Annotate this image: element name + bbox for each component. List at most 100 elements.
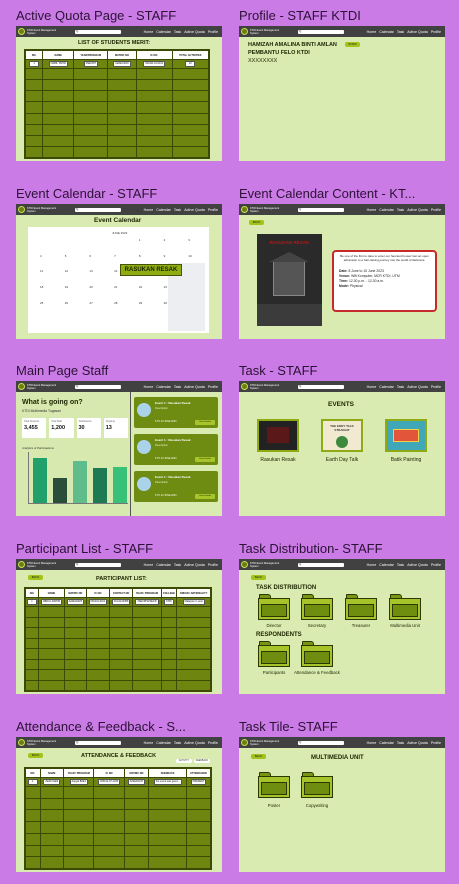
nav-profile[interactable]: Profile — [431, 741, 441, 745]
nav-task[interactable]: Task — [397, 208, 404, 212]
calendar-day[interactable]: 18 — [32, 284, 57, 300]
calendar-event-rasukan-resak[interactable]: RASUKAN RESAK — [120, 264, 182, 276]
nav-profile[interactable]: Profile — [431, 563, 441, 567]
nav-home[interactable]: Home — [144, 385, 154, 389]
calendar-day[interactable] — [32, 237, 57, 253]
event-card[interactable]: Event 1 : Rasukan Resak Description 8 TO 1… — [134, 397, 218, 428]
search-input[interactable]: Q — [298, 207, 344, 212]
search-input[interactable]: Q — [298, 384, 344, 389]
event-card[interactable]: Event 1 : Rasukan Resak Description 8 TO 1… — [134, 434, 218, 465]
nav-home[interactable]: Home — [144, 30, 154, 34]
nav-home[interactable]: Home — [367, 563, 377, 567]
nav-task[interactable]: Task — [174, 741, 181, 745]
nav-profile[interactable]: Profile — [208, 563, 218, 567]
task-event-rasukan[interactable] — [257, 419, 299, 452]
calendar-day[interactable]: 12 — [57, 268, 82, 284]
folder-director[interactable] — [258, 594, 290, 620]
task-event-batik[interactable] — [385, 419, 427, 452]
nav-active-quota[interactable]: Active Quota — [184, 385, 205, 389]
search-input[interactable]: Q — [75, 740, 121, 745]
folder-copywriting[interactable] — [301, 772, 333, 798]
search-input[interactable]: Q — [75, 384, 121, 389]
calendar-day[interactable]: 11 — [32, 268, 57, 284]
search-input[interactable]: Q — [298, 29, 344, 34]
nav-active-quota[interactable]: Active Quota — [407, 30, 428, 34]
calendar-day[interactable]: 19 — [57, 284, 82, 300]
nav-profile[interactable]: Profile — [208, 385, 218, 389]
view-details-button[interactable]: View Details — [195, 494, 215, 499]
nav-home[interactable]: Home — [144, 208, 154, 212]
filter-activity[interactable]: ACTIVITY — [176, 759, 192, 763]
calendar-day[interactable]: 29 — [131, 300, 156, 316]
nav-calendar[interactable]: Calendar — [379, 208, 394, 212]
calendar-day[interactable]: 25 — [32, 300, 57, 316]
nav-calendar[interactable]: Calendar — [379, 741, 394, 745]
back-button[interactable]: BACK — [28, 575, 43, 580]
nav-active-quota[interactable]: Active Quota — [184, 208, 205, 212]
nav-profile[interactable]: Profile — [208, 741, 218, 745]
nav-home[interactable]: Home — [367, 741, 377, 745]
search-input[interactable]: Q — [75, 207, 121, 212]
nav-calendar[interactable]: Calendar — [156, 208, 171, 212]
calendar-day[interactable]: 13 — [81, 268, 106, 284]
back-button[interactable]: BACK — [251, 754, 266, 759]
nav-calendar[interactable]: Calendar — [379, 563, 394, 567]
nav-calendar[interactable]: Calendar — [156, 30, 171, 34]
calendar-day[interactable]: 21 — [106, 284, 131, 300]
nav-task[interactable]: Task — [174, 208, 181, 212]
search-input[interactable]: Q — [298, 562, 344, 567]
nav-active-quota[interactable]: Active Quota — [407, 385, 428, 389]
calendar-day[interactable]: 2 — [156, 237, 181, 253]
event-card[interactable]: Event 1 : Rasukan Resak Description 8 TO 1… — [134, 471, 218, 502]
calendar-day[interactable]: 6 — [81, 253, 106, 269]
nav-profile[interactable]: Profile — [208, 30, 218, 34]
nav-calendar[interactable]: Calendar — [379, 30, 394, 34]
nav-profile[interactable]: Profile — [431, 30, 441, 34]
folder-multimedia-unit[interactable] — [389, 594, 421, 620]
calendar-day[interactable]: 3 — [180, 237, 205, 253]
calendar-day[interactable]: 1 — [131, 237, 156, 253]
calendar-day[interactable]: 28 — [106, 300, 131, 316]
calendar-day[interactable] — [57, 237, 82, 253]
nav-task[interactable]: Task — [174, 385, 181, 389]
calendar-day[interactable] — [81, 237, 106, 253]
search-input[interactable]: Q — [75, 562, 121, 567]
view-details-button[interactable]: View Details — [195, 420, 215, 425]
nav-calendar[interactable]: Calendar — [156, 563, 171, 567]
nav-active-quota[interactable]: Active Quota — [184, 741, 205, 745]
calendar-day[interactable]: 5 — [57, 253, 82, 269]
nav-calendar[interactable]: Calendar — [156, 385, 171, 389]
nav-active-quota[interactable]: Active Quota — [184, 563, 205, 567]
filter-feedback[interactable]: FEEDBACK — [194, 759, 210, 763]
nav-home[interactable]: Home — [144, 563, 154, 567]
calendar-day[interactable]: 27 — [81, 300, 106, 316]
nav-task[interactable]: Task — [174, 30, 181, 34]
task-event-earth-day[interactable]: THE EDDY TALK STRAIGHT — [321, 419, 363, 452]
nav-home[interactable]: Home — [367, 385, 377, 389]
table-row[interactable]: 1 Zarith Nabil Aqsyal B2E1 020111-07-123… — [25, 777, 211, 787]
nav-home[interactable]: Home — [367, 30, 377, 34]
calendar-day[interactable]: 20 — [81, 284, 106, 300]
search-input[interactable]: Q — [298, 740, 344, 745]
table-row[interactable]: 1 ABDUL RAHIM A22EC0025 030131-0101 011-… — [25, 597, 211, 607]
nav-profile[interactable]: Profile — [208, 208, 218, 212]
nav-active-quota[interactable]: Active Quota — [407, 563, 428, 567]
calendar-day[interactable]: 4 — [32, 253, 57, 269]
calendar-day[interactable]: 22 — [131, 284, 156, 300]
folder-secretary[interactable] — [301, 594, 333, 620]
nav-task[interactable]: Task — [397, 741, 404, 745]
nav-active-quota[interactable]: Active Quota — [184, 30, 205, 34]
nav-profile[interactable]: Profile — [431, 385, 441, 389]
nav-home[interactable]: Home — [144, 741, 154, 745]
nav-active-quota[interactable]: Active Quota — [407, 741, 428, 745]
view-details-button[interactable]: View Details — [195, 457, 215, 462]
calendar-day[interactable]: 26 — [57, 300, 82, 316]
folder-attendance-feedback[interactable] — [301, 641, 333, 667]
nav-calendar[interactable]: Calendar — [156, 741, 171, 745]
search-input[interactable]: Q — [75, 29, 121, 34]
back-button[interactable]: BACK — [28, 753, 43, 758]
nav-task[interactable]: Task — [174, 563, 181, 567]
nav-profile[interactable]: Profile — [431, 208, 441, 212]
nav-task[interactable]: Task — [397, 385, 404, 389]
folder-participants[interactable] — [258, 641, 290, 667]
